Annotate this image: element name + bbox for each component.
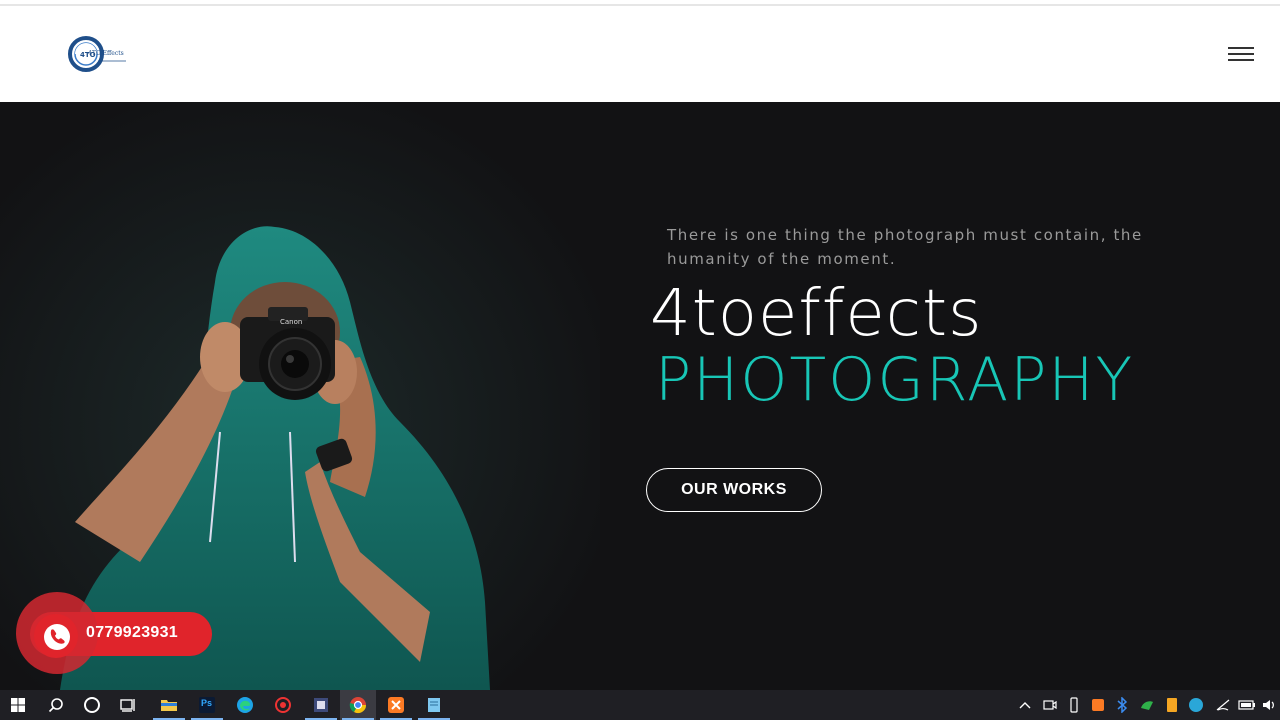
hamburger-icon <box>1228 47 1254 49</box>
app-blue-icon[interactable] <box>1186 690 1206 720</box>
edge-icon[interactable] <box>227 690 263 720</box>
xampp-icon[interactable] <box>378 690 414 720</box>
search-icon[interactable] <box>38 690 74 720</box>
wifi-icon[interactable] <box>1212 690 1234 720</box>
app-red-icon[interactable] <box>265 690 301 720</box>
app-green-icon[interactable] <box>1136 690 1158 720</box>
app-orange-icon[interactable] <box>1088 690 1108 720</box>
site-header: 4TO 4TO Effects <box>0 6 1280 102</box>
photographer-image: Canon <box>0 102 600 690</box>
hero-quote: There is one thing the photograph must c… <box>667 226 1143 268</box>
chrome-icon[interactable] <box>340 690 376 720</box>
menu-button[interactable] <box>1226 44 1256 64</box>
windows-taskbar: Ps <box>0 690 1280 720</box>
volume-icon[interactable] <box>1260 690 1280 720</box>
chevron-up-icon[interactable] <box>1016 690 1034 720</box>
windows-start-icon[interactable] <box>0 690 36 720</box>
photoshop-icon[interactable]: Ps <box>189 690 225 720</box>
file-explorer-icon[interactable] <box>151 690 187 720</box>
usb-icon[interactable] <box>1064 690 1084 720</box>
battery-icon[interactable] <box>1236 690 1258 720</box>
app-yellow-icon[interactable] <box>1162 690 1182 720</box>
phone-icon <box>44 624 70 650</box>
notepad-icon[interactable] <box>416 690 452 720</box>
phone-number[interactable]: 0779923931 <box>86 624 178 642</box>
hero-section: Canon There is one thing the photograph … <box>0 102 1280 690</box>
app-store-icon[interactable] <box>303 690 339 720</box>
svg-text:Canon: Canon <box>280 318 302 326</box>
hero-brand: 4toeffects <box>650 277 983 351</box>
meet-now-icon[interactable] <box>1040 690 1060 720</box>
cortana-icon[interactable] <box>74 690 110 720</box>
bluetooth-icon[interactable] <box>1112 690 1132 720</box>
our-works-button[interactable]: OUR WORKS <box>646 468 822 512</box>
task-view-icon[interactable] <box>110 690 146 720</box>
hero-subtitle: PHOTOGRAPHY <box>655 345 1135 415</box>
photoshop-label: Ps <box>201 698 213 708</box>
logo-text: 4TO Effects <box>88 50 124 57</box>
